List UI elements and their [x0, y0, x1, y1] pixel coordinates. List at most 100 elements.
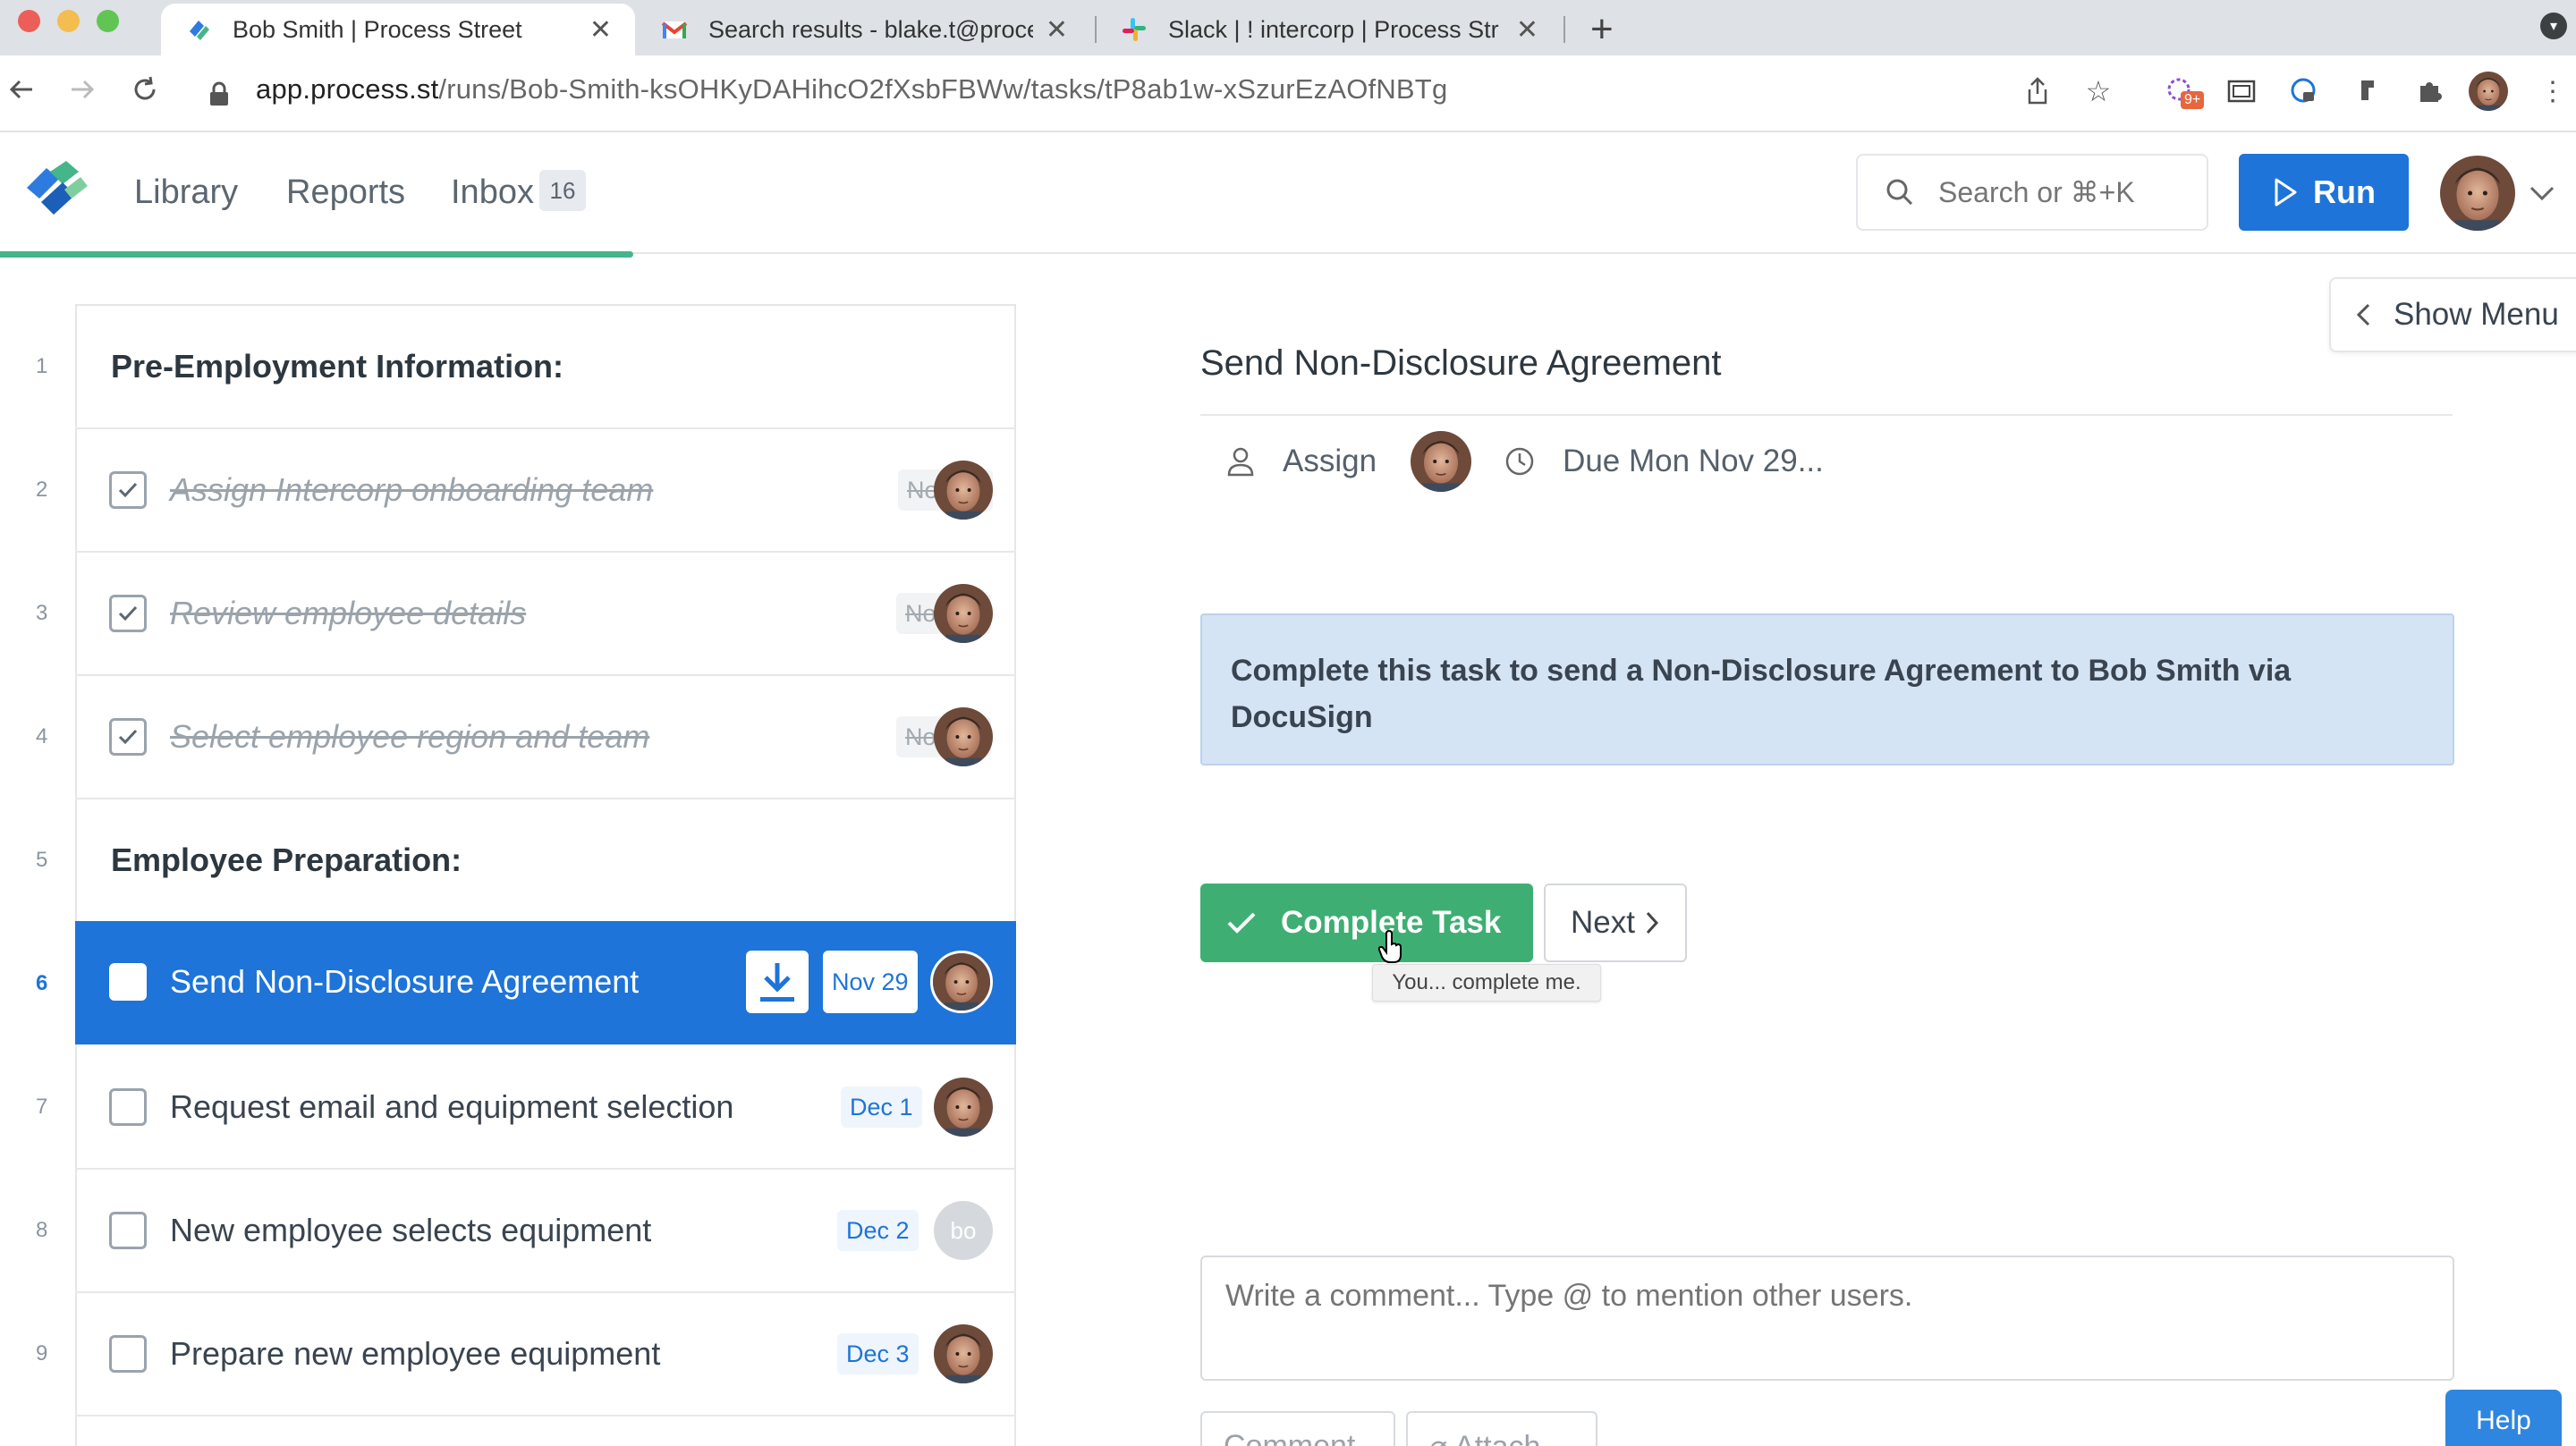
assignee-avatar[interactable] — [934, 707, 993, 766]
check-icon — [118, 729, 138, 745]
task-checkbox[interactable] — [109, 1335, 147, 1373]
window-zoom-button[interactable] — [97, 10, 119, 32]
lock-icon[interactable] — [208, 80, 231, 107]
section-title: Pre-Employment Information: — [111, 348, 564, 385]
window-minimize-button[interactable] — [57, 10, 80, 32]
process-street-icon — [190, 21, 209, 40]
assignee-avatar[interactable] — [934, 461, 993, 520]
window-close-button[interactable] — [18, 10, 40, 32]
section-header-pre-employment[interactable]: Pre-Employment Information: — [75, 306, 1016, 429]
nav-library[interactable]: Library — [134, 173, 238, 212]
hand-cursor-icon — [1377, 930, 1402, 963]
due-date-badge: Dec 2 — [837, 1210, 919, 1251]
comment-button[interactable]: Comment — [1200, 1411, 1395, 1446]
row-number: 3 — [36, 601, 48, 625]
task-row[interactable]: Select employee region and team Nov 20 — [75, 676, 1016, 799]
show-menu-label: Show Menu — [2394, 297, 2559, 332]
comment-input[interactable] — [1200, 1256, 2454, 1381]
extensions-puzzle-icon[interactable] — [2413, 75, 2445, 107]
assignee-avatar[interactable] — [930, 951, 993, 1013]
nav-reports[interactable]: Reports — [286, 173, 405, 212]
screenshot-icon[interactable] — [2225, 75, 2258, 107]
task-title[interactable]: Send Non-Disclosure Agreement — [1200, 343, 1722, 384]
task-name: Select employee region and team — [170, 718, 650, 755]
pin-extension-icon[interactable] — [2351, 75, 2383, 107]
paperclip-icon: ⌀ — [1429, 1430, 1454, 1446]
browser-tab-process-street[interactable]: Bob Smith | Process Street ✕ — [161, 4, 635, 55]
new-tab-icon[interactable]: + — [1590, 7, 1614, 52]
task-row[interactable]: Review employee details Nov 20 — [75, 553, 1016, 676]
download-icon[interactable] — [746, 951, 809, 1013]
search-box[interactable] — [1856, 154, 2208, 231]
gmail-icon — [661, 21, 688, 38]
nav-inbox[interactable]: Inbox — [451, 173, 534, 212]
task-row[interactable]: Request email and equipment selection De… — [75, 1046, 1016, 1170]
section-header-employee-preparation[interactable]: Employee Preparation: — [75, 799, 1016, 923]
assignee-avatar[interactable] — [1411, 431, 1471, 492]
task-checkbox[interactable] — [109, 471, 147, 509]
task-row[interactable]: New employee selects equipment Dec 2 bo — [75, 1170, 1016, 1293]
run-button[interactable]: Run — [2239, 154, 2409, 231]
assignee-avatar[interactable] — [934, 1078, 993, 1137]
browser-tab-bar: Bob Smith | Process Street ✕ Search resu… — [0, 0, 2576, 55]
assignee-avatar[interactable]: bo — [934, 1201, 993, 1260]
tab-title: Bob Smith | Process Street — [233, 15, 522, 43]
close-tab-icon[interactable]: ✕ — [589, 14, 612, 46]
task-checkbox[interactable] — [109, 1088, 147, 1126]
browser-toolbar: app.process.st/runs/Bob-Smith-ksOHKyDAHi… — [0, 55, 2576, 132]
row-number: 9 — [36, 1341, 48, 1366]
assign-button[interactable]: Assign — [1283, 444, 1377, 479]
attach-button[interactable]: ⌀ Attach — [1406, 1411, 1597, 1446]
reload-icon[interactable] — [129, 73, 161, 114]
bookmark-star-icon[interactable]: ☆ — [2082, 75, 2114, 107]
back-icon[interactable] — [5, 73, 38, 114]
extension-icon[interactable]: 9+ — [2165, 75, 2205, 109]
row-number: 8 — [36, 1218, 48, 1242]
share-icon[interactable] — [2021, 75, 2054, 107]
user-avatar[interactable] — [2440, 156, 2515, 231]
process-street-logo[interactable] — [23, 159, 89, 222]
show-menu-button[interactable]: Show Menu — [2329, 277, 2576, 352]
task-row[interactable]: Assign Intercorp onboarding team Nov 19 — [75, 429, 1016, 553]
task-name: Request email and equipment selection — [170, 1088, 734, 1125]
check-icon — [118, 482, 138, 498]
complete-task-button[interactable]: Complete Task — [1200, 884, 1533, 962]
chevron-down-icon[interactable] — [2528, 182, 2556, 204]
task-row[interactable]: Prepare new employee equipment Dec 3 — [75, 1293, 1016, 1416]
browser-tab-gmail[interactable]: Search results - blake.t@proce ✕ — [637, 4, 1091, 55]
task-checkbox[interactable] — [109, 963, 147, 1001]
tab-divider — [1563, 16, 1565, 43]
row-number: 5 — [36, 848, 48, 872]
divider — [1200, 414, 2453, 416]
row-number: 6 — [36, 971, 48, 995]
forward-icon[interactable] — [66, 73, 98, 114]
url-path: /runs/Bob-Smith-ksOHKyDAHihcO2fXsbFBWw/t… — [438, 73, 1448, 105]
tab-search-icon[interactable]: ▾ — [2540, 13, 2567, 39]
inbox-count-badge: 16 — [539, 170, 586, 211]
search-input[interactable] — [1938, 175, 2171, 209]
due-date-button[interactable]: Due Mon Nov 29... — [1563, 444, 1824, 479]
assignee-avatar[interactable] — [934, 1324, 993, 1383]
browser-tab-slack[interactable]: Slack | ! intercorp | Process Str ✕ — [1097, 4, 1562, 55]
tab-title: Search results - blake.t@proce — [708, 15, 1033, 43]
browser-menu-icon[interactable]: ⋮ — [2537, 75, 2569, 107]
task-checkbox[interactable] — [109, 718, 147, 756]
close-tab-icon[interactable]: ✕ — [1046, 14, 1068, 46]
task-row-selected[interactable]: Send Non-Disclosure Agreement Nov 29 — [75, 921, 1016, 1044]
password-manager-icon[interactable] — [2288, 75, 2320, 107]
profile-avatar[interactable] — [2472, 75, 2504, 107]
due-date-badge: Nov 29 — [823, 951, 918, 1013]
help-button[interactable]: Help — [2445, 1390, 2562, 1446]
tab-title: Slack | ! intercorp | Process Str — [1168, 15, 1499, 43]
task-checkbox[interactable] — [109, 1212, 147, 1249]
task-name: Assign Intercorp onboarding team — [170, 471, 654, 508]
task-checkbox[interactable] — [109, 595, 147, 632]
close-tab-icon[interactable]: ✕ — [1516, 14, 1538, 46]
next-task-button[interactable]: Next — [1544, 884, 1687, 962]
chevron-left-icon — [2356, 303, 2370, 326]
check-icon — [1227, 912, 1256, 934]
task-meta: Assign Due Mon Nov 29... — [1225, 435, 1824, 488]
assignee-avatar[interactable] — [934, 584, 993, 643]
row-number: 7 — [36, 1095, 48, 1119]
url-text[interactable]: app.process.st/runs/Bob-Smith-ksOHKyDAHi… — [256, 73, 1447, 106]
